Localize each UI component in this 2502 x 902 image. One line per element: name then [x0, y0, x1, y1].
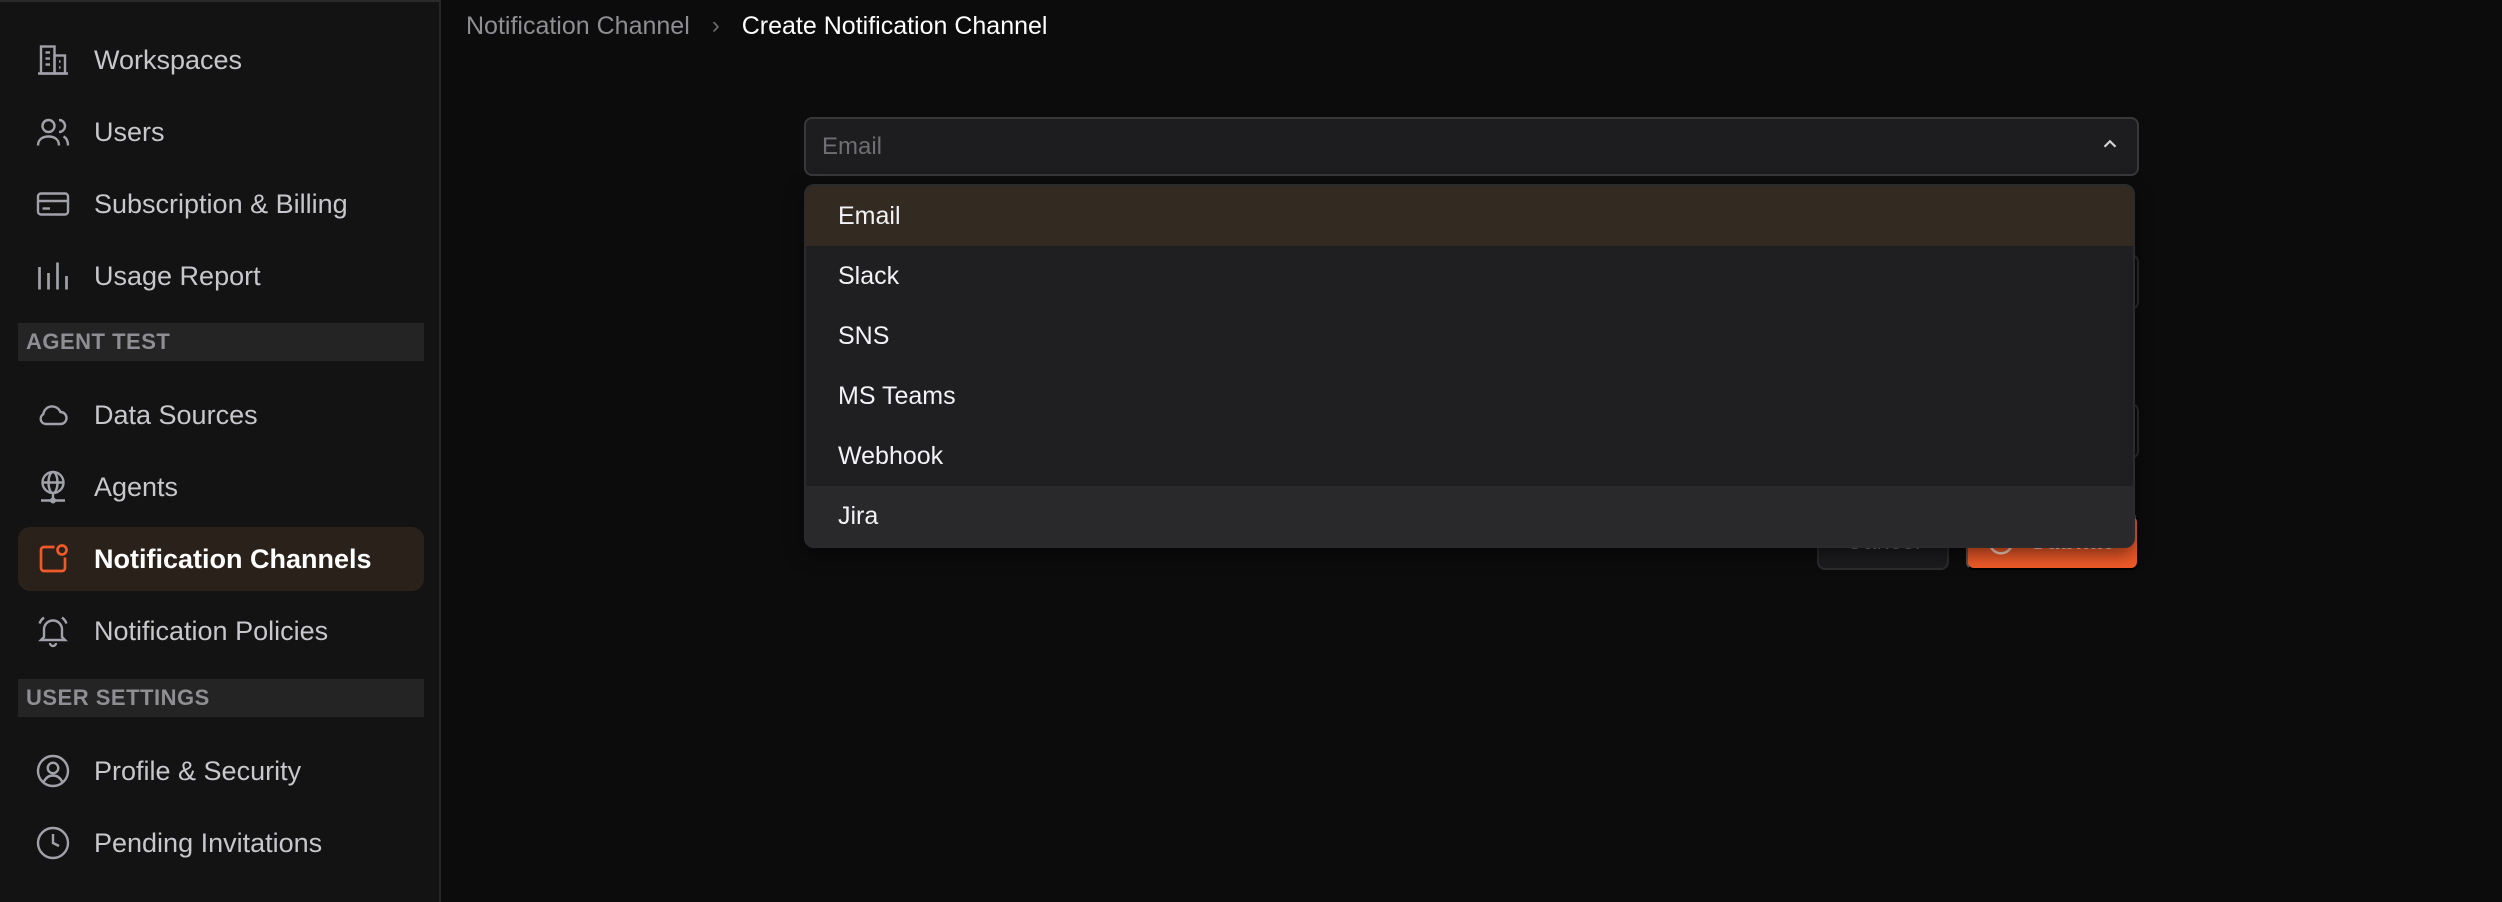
building-icon [33, 40, 73, 80]
dropdown-option-webhook[interactable]: Webhook [806, 426, 2133, 486]
channel-type-dropdown: Email Slack SNS MS Teams Webhook Jira [804, 184, 2135, 548]
chevron-right-icon: › [711, 12, 720, 39]
sidebar-item-label: Pending Invitations [94, 827, 323, 858]
section-header-agent-test: AGENT TEST [18, 323, 424, 361]
notification-channel-icon [33, 539, 73, 579]
dropdown-option-sns[interactable]: SNS [806, 306, 2133, 366]
breadcrumb: Notification Channel › Create Notificati… [466, 10, 1047, 42]
dropdown-option-email[interactable]: Email [806, 186, 2133, 246]
sidebar-item-data-sources[interactable]: Data Sources [18, 383, 424, 447]
sidebar-item-profile-security[interactable]: Profile & Security [18, 739, 424, 803]
bar-chart-icon [33, 256, 73, 296]
sidebar-item-usage-report[interactable]: Usage Report [18, 244, 424, 308]
channel-type-select[interactable]: Email [804, 117, 2139, 176]
sidebar-item-label: Workspaces [94, 44, 243, 75]
sidebar-item-label: Users [94, 116, 165, 147]
app-root: Workspaces Users Subscription & Billing … [0, 0, 2502, 902]
dropdown-option-jira[interactable]: Jira [806, 486, 2133, 546]
sidebar-item-label: Profile & Security [94, 755, 302, 786]
chevron-up-icon [2099, 133, 2121, 160]
breadcrumb-parent-link[interactable]: Notification Channel [466, 12, 690, 41]
sidebar-item-notification-channels[interactable]: Notification Channels [18, 527, 424, 591]
sidebar-item-label: Subscription & Billing [94, 188, 348, 219]
dropdown-option-ms-teams[interactable]: MS Teams [806, 366, 2133, 426]
section-header-user-settings: USER SETTINGS [18, 679, 424, 717]
sidebar-item-workspaces[interactable]: Workspaces [18, 28, 424, 92]
bell-icon [33, 611, 73, 651]
sidebar-item-subscription-billing[interactable]: Subscription & Billing [18, 172, 424, 236]
breadcrumb-current: Create Notification Channel [741, 11, 1048, 40]
user-circle-icon [33, 751, 73, 791]
sidebar-item-notification-policies[interactable]: Notification Policies [18, 599, 424, 663]
sidebar-item-label: Agents [94, 471, 179, 502]
globe-icon [33, 467, 73, 507]
sidebar: Workspaces Users Subscription & Billing … [0, 0, 441, 902]
sidebar-item-users[interactable]: Users [18, 100, 424, 164]
dropdown-option-slack[interactable]: Slack [806, 246, 2133, 306]
sidebar-item-label: Notification Channels [94, 543, 372, 574]
sidebar-item-pending-invitations[interactable]: Pending Invitations [18, 811, 424, 875]
sidebar-item-label: Usage Report [94, 260, 261, 291]
sidebar-item-agents[interactable]: Agents [18, 455, 424, 519]
sidebar-item-label: Data Sources [94, 399, 258, 430]
credit-card-icon [33, 184, 73, 224]
users-icon [33, 112, 73, 152]
channel-type-select-value: Email [822, 132, 883, 160]
cloud-icon [33, 395, 73, 435]
sidebar-item-label: Notification Policies [94, 615, 329, 646]
clock-icon [33, 823, 73, 863]
main-content: Notification Channel › Create Notificati… [443, 0, 2502, 902]
